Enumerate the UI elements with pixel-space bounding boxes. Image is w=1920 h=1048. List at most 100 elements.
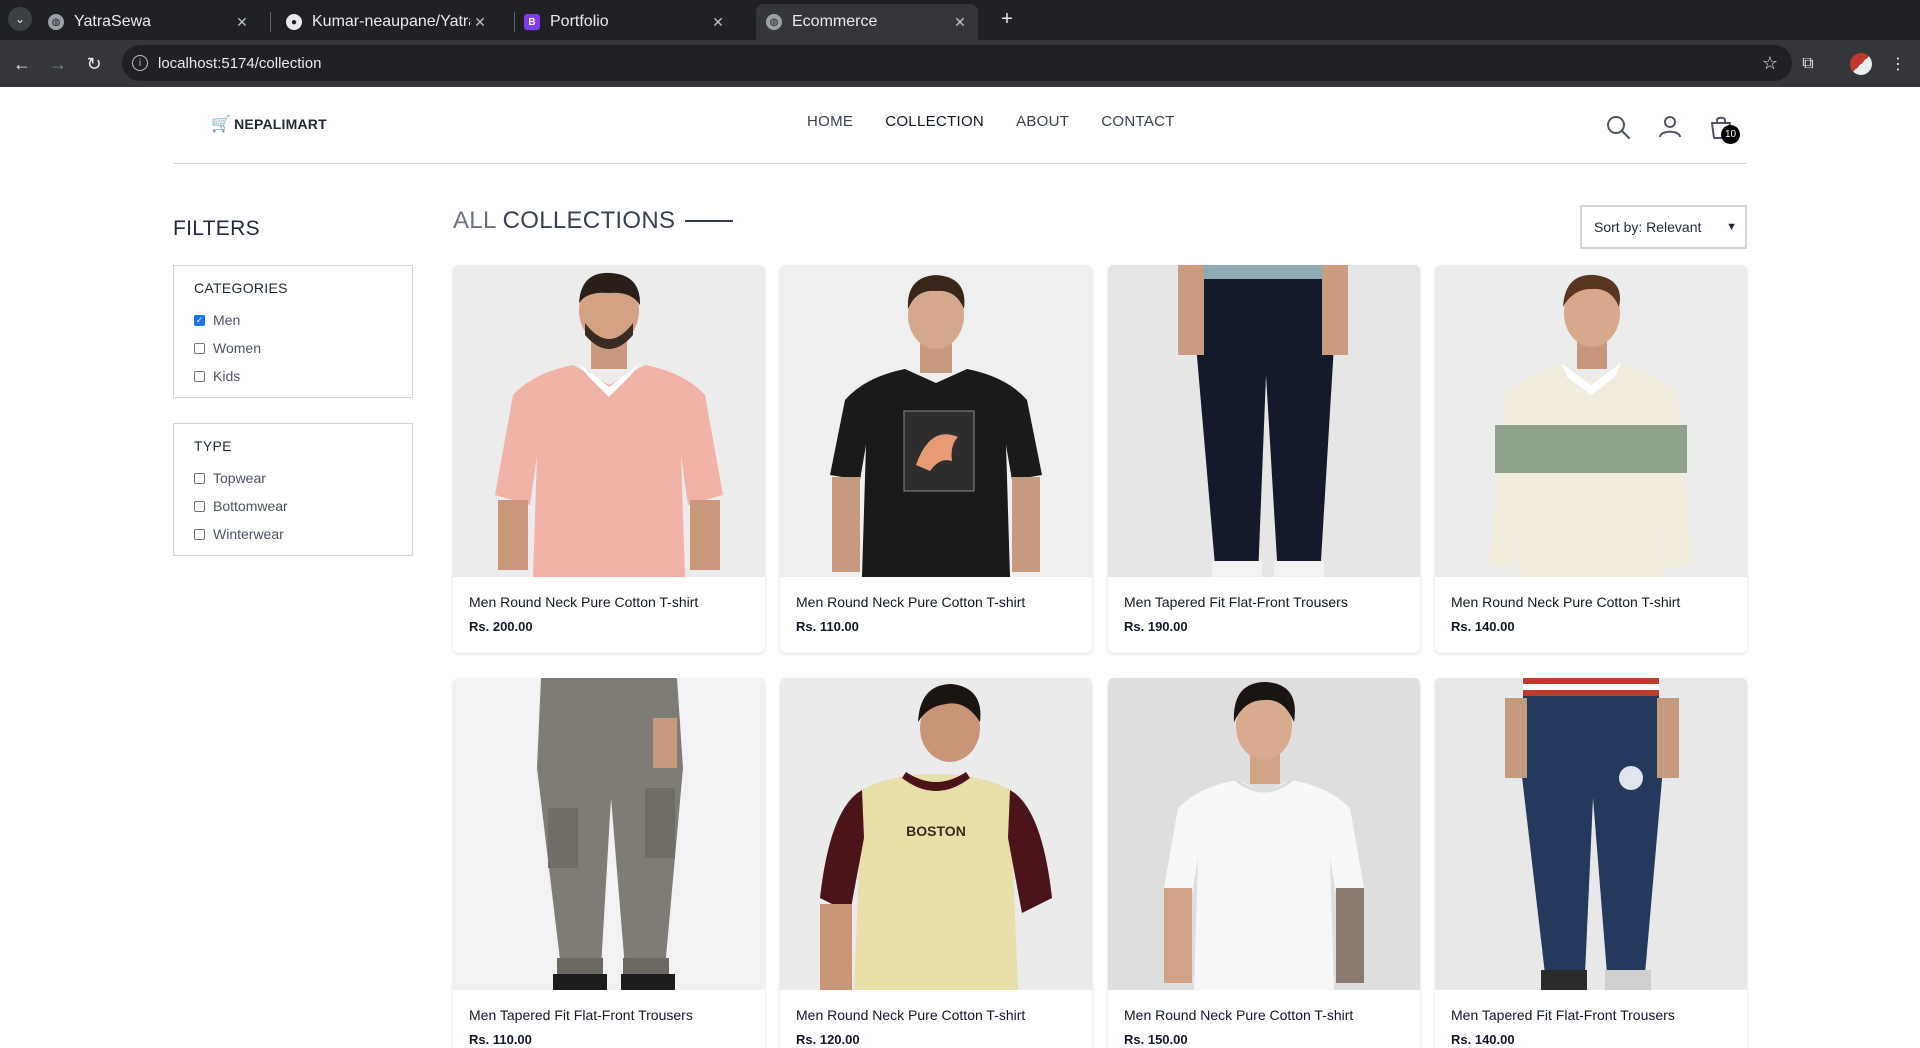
new-tab-plus-icon[interactable]: + xyxy=(995,7,1019,31)
product-name[interactable]: Men Round Neck Pure Cotton T-shirt xyxy=(1124,1007,1353,1023)
chevron-down-icon: ▼ xyxy=(1726,221,1737,233)
product-price: Rs. 140.00 xyxy=(1451,1032,1515,1047)
product-price: Rs. 150.00 xyxy=(1124,1032,1188,1047)
filter-option-winterwear[interactable]: Winterwear xyxy=(194,520,392,548)
web-page: 🛒 NEPALIMART HOME COLLECTION ABOUT CONTA… xyxy=(0,87,1920,1048)
reload-icon[interactable]: ↻ xyxy=(82,52,106,76)
globe-icon: ◍ xyxy=(48,14,64,30)
product-card[interactable]: BOSTON Men Round Neck Pure Cotton T-shir… xyxy=(780,678,1092,1048)
tab-search-chevron-icon[interactable]: ⌄ xyxy=(8,7,32,31)
back-arrow-icon[interactable]: ← xyxy=(10,52,34,76)
product-name[interactable]: Men Tapered Fit Flat-Front Trousers xyxy=(1451,1007,1675,1023)
checkbox[interactable] xyxy=(194,528,205,540)
product-name[interactable]: Men Round Neck Pure Cotton T-shirt xyxy=(469,594,698,610)
product-card[interactable]: Men Round Neck Pure Cotton T-shirt Rs. 1… xyxy=(1108,678,1420,1048)
shopping-cart-logo-icon: 🛒 xyxy=(211,116,232,133)
filter-label: Kids xyxy=(213,368,241,384)
filter-label: Topwear xyxy=(213,470,266,486)
tab-divider xyxy=(270,12,271,32)
close-tab-icon[interactable]: ✕ xyxy=(708,14,728,31)
browser-tab[interactable]: B Portfolio ✕ xyxy=(514,4,736,40)
product-image[interactable] xyxy=(780,265,1092,577)
bookmark-star-icon[interactable]: ☆ xyxy=(1762,53,1778,74)
product-image[interactable] xyxy=(453,678,765,990)
browser-toolbar: ← → ↻ i localhost:5174/collection ☆ ⧉ ⋮ xyxy=(0,40,1920,87)
product-card[interactable]: Men Round Neck Pure Cotton T-shirt Rs. 2… xyxy=(453,265,765,653)
close-tab-icon[interactable]: ✕ xyxy=(950,14,970,31)
product-price: Rs. 190.00 xyxy=(1124,619,1188,634)
sort-value: Sort by: Relevant xyxy=(1594,219,1702,235)
tab-title: YatraSewa xyxy=(74,13,152,30)
filter-option-kids[interactable]: Kids xyxy=(194,362,392,390)
tab-title: Portfolio xyxy=(550,13,609,30)
product-image[interactable] xyxy=(1435,265,1747,577)
filter-label: Women xyxy=(213,340,261,356)
title-light: ALL xyxy=(453,207,497,234)
forward-arrow-icon[interactable]: → xyxy=(46,52,70,76)
nav-about[interactable]: ABOUT xyxy=(1016,113,1069,130)
product-name[interactable]: Men Round Neck Pure Cotton T-shirt xyxy=(796,1007,1025,1023)
nav-contact[interactable]: CONTACT xyxy=(1101,113,1174,130)
product-card[interactable]: Men Round Neck Pure Cotton T-shirt Rs. 1… xyxy=(1435,265,1747,653)
close-tab-icon[interactable]: ✕ xyxy=(232,14,252,31)
filter-option-bottomwear[interactable]: Bottomwear xyxy=(194,492,392,520)
product-image[interactable] xyxy=(1435,678,1747,990)
shirt-print-text: BOSTON xyxy=(906,823,966,839)
product-card[interactable]: Men Tapered Fit Flat-Front Trousers Rs. … xyxy=(453,678,765,1048)
browser-tab-bar: ⌄ ◍ YatraSewa ✕ ● Kumar-neaupane/YatraS … xyxy=(0,0,1920,40)
product-price: Rs. 110.00 xyxy=(469,1032,532,1047)
product-name[interactable]: Men Round Neck Pure Cotton T-shirt xyxy=(796,594,1025,610)
product-card[interactable]: Men Tapered Fit Flat-Front Trousers Rs. … xyxy=(1108,265,1420,653)
nav-collection[interactable]: COLLECTION xyxy=(885,113,984,130)
product-name[interactable]: Men Tapered Fit Flat-Front Trousers xyxy=(469,1007,693,1023)
address-url[interactable]: localhost:5174/collection xyxy=(158,55,1762,72)
checkbox-checked[interactable]: ✓ xyxy=(194,314,205,326)
close-tab-icon[interactable]: ✕ xyxy=(470,14,490,31)
profile-avatar[interactable] xyxy=(1850,53,1872,75)
user-profile-icon[interactable] xyxy=(1657,114,1683,140)
product-price: Rs. 110.00 xyxy=(796,619,859,634)
filter-option-topwear[interactable]: Topwear xyxy=(194,464,392,492)
checkbox[interactable] xyxy=(194,472,205,484)
product-image[interactable] xyxy=(1108,265,1420,577)
tab-title: Kumar-neaupane/YatraS xyxy=(312,13,470,30)
site-logo[interactable]: 🛒 NEPALIMART xyxy=(211,114,327,134)
product-image[interactable] xyxy=(1108,678,1420,990)
filters-title[interactable]: FILTERS xyxy=(173,217,260,241)
filter-option-men[interactable]: ✓ Men xyxy=(194,306,392,334)
product-name[interactable]: Men Round Neck Pure Cotton T-shirt xyxy=(1451,594,1680,610)
title-strong: COLLECTIONS xyxy=(502,207,676,234)
filter-label: Winterwear xyxy=(213,526,284,542)
checkbox[interactable] xyxy=(194,500,205,512)
sort-select[interactable]: Sort by: Relevant ▼ xyxy=(1580,205,1747,249)
bootstrap-icon: B xyxy=(524,14,540,30)
extensions-puzzle-icon[interactable]: ⧉ xyxy=(1796,52,1820,76)
type-filter: TYPE Topwear Bottomwear Winterwear xyxy=(173,423,413,556)
product-image[interactable]: BOSTON xyxy=(780,678,1092,990)
filter-label: Bottomwear xyxy=(213,498,288,514)
search-icon[interactable] xyxy=(1605,114,1631,140)
site-info-icon[interactable]: i xyxy=(132,55,148,71)
tab-title: Ecommerce xyxy=(792,13,878,30)
cart-count-badge: 10 xyxy=(1721,125,1740,144)
product-name[interactable]: Men Tapered Fit Flat-Front Trousers xyxy=(1124,594,1348,610)
main-nav: HOME COLLECTION ABOUT CONTACT xyxy=(807,113,1207,130)
title-underline xyxy=(685,220,734,222)
filter-label: Men xyxy=(213,312,241,328)
chrome-menu-icon[interactable]: ⋮ xyxy=(1886,52,1910,76)
nav-home[interactable]: HOME xyxy=(807,113,853,130)
browser-tab[interactable]: ● Kumar-neaupane/YatraS ✕ xyxy=(276,4,498,40)
checkbox[interactable] xyxy=(194,370,205,382)
product-price: Rs. 200.00 xyxy=(469,619,533,634)
checkbox[interactable] xyxy=(194,342,205,354)
filter-option-women[interactable]: Women xyxy=(194,334,392,362)
browser-tab[interactable]: ◍ YatraSewa ✕ xyxy=(38,4,260,40)
product-card[interactable]: Men Round Neck Pure Cotton T-shirt Rs. 1… xyxy=(780,265,1092,653)
browser-tab-active[interactable]: ◍ Ecommerce ✕ xyxy=(756,4,978,40)
categories-title: CATEGORIES xyxy=(194,280,288,296)
address-bar[interactable]: i localhost:5174/collection ☆ xyxy=(122,45,1792,81)
site-header: 🛒 NEPALIMART HOME COLLECTION ABOUT CONTA… xyxy=(173,87,1747,164)
product-image[interactable] xyxy=(453,265,765,577)
categories-filter: CATEGORIES ✓ Men Women Kids xyxy=(173,265,413,398)
product-card[interactable]: Men Tapered Fit Flat-Front Trousers Rs. … xyxy=(1435,678,1747,1048)
